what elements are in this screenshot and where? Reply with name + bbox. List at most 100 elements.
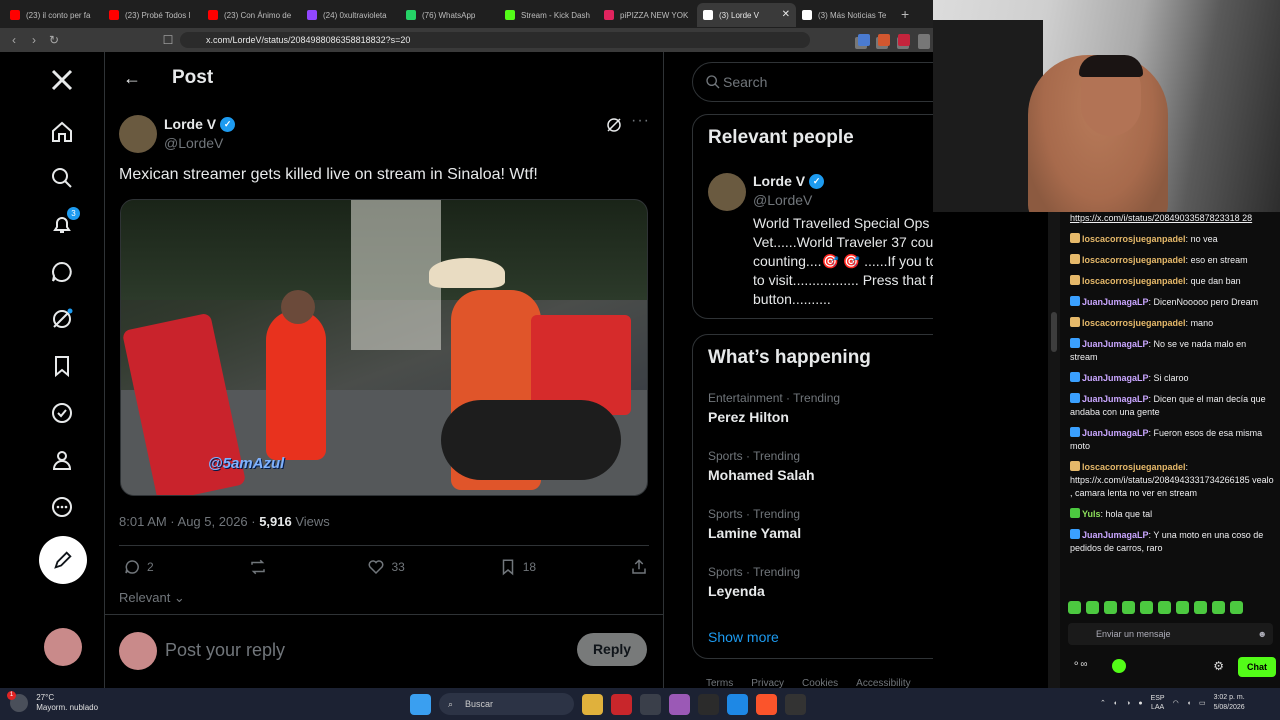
compose-post-button[interactable] xyxy=(39,536,87,584)
edge-icon[interactable] xyxy=(727,693,748,715)
x-logo-icon[interactable] xyxy=(48,66,76,94)
browser-tab[interactable]: (76) WhatsApp xyxy=(400,3,499,27)
wifi-icon[interactable]: ◠ xyxy=(1173,699,1179,707)
trend-item[interactable]: Sports · Trending Lamine Yamal ··· xyxy=(708,507,933,541)
tray-chevron-icon[interactable]: ⌃ xyxy=(1100,699,1106,707)
volume-icon[interactable]: ◖ xyxy=(1187,700,1191,707)
kick-logo-icon[interactable] xyxy=(1112,659,1126,673)
footer-link[interactable]: Privacy xyxy=(751,678,784,688)
chat-scrollbar[interactable] xyxy=(1048,212,1060,688)
browser-tab[interactable]: (23) il conto per fa xyxy=(4,3,103,27)
share-button[interactable] xyxy=(630,558,648,576)
chat-username[interactable]: JuanJumagaLP xyxy=(1082,297,1149,307)
author-name[interactable]: Lorde V ✓ xyxy=(164,116,236,132)
trend-item[interactable]: Sports · Trending Mohamed Salah ··· xyxy=(708,449,933,483)
browser-tab[interactable]: (23) Probé Todos l xyxy=(103,3,202,27)
battery-icon[interactable]: ▭ xyxy=(1199,699,1206,707)
bookmark-star-icon[interactable]: ☐ xyxy=(158,33,178,47)
back-arrow-icon[interactable]: ‹ xyxy=(4,33,24,47)
emote-icon[interactable] xyxy=(1212,601,1225,614)
back-arrow-icon[interactable]: ← xyxy=(123,68,141,89)
taskbar-search[interactable]: ⌕ Buscar xyxy=(439,693,574,715)
emote-icon[interactable] xyxy=(1122,601,1135,614)
footer-link[interactable]: Accessibility xyxy=(856,678,910,688)
emoji-icon[interactable]: ☻ xyxy=(1258,623,1267,645)
emote-icon[interactable] xyxy=(1194,601,1207,614)
more-options-icon[interactable] xyxy=(48,493,76,521)
weather-widget[interactable]: 1 27°C Mayorm. nublado xyxy=(7,691,98,713)
home-icon[interactable] xyxy=(48,118,76,146)
obs-icon[interactable] xyxy=(785,693,806,715)
relevant-person-handle[interactable]: @LordeV xyxy=(753,192,812,208)
new-tab-button[interactable]: + xyxy=(901,6,909,22)
emote-icon[interactable] xyxy=(1086,601,1099,614)
copilot-icon[interactable] xyxy=(669,693,690,715)
chat-username[interactable]: JuanJumagaLP xyxy=(1082,530,1149,540)
grok-icon[interactable] xyxy=(48,305,76,333)
trend-item[interactable]: Sports · Trending Leyenda xyxy=(708,565,933,599)
reload-icon[interactable]: ↻ xyxy=(44,33,64,47)
show-more-link[interactable]: Show more xyxy=(708,629,779,645)
browser-tab[interactable]: (24) 0xultravioleta xyxy=(301,3,400,27)
forward-arrow-icon[interactable]: › xyxy=(24,33,44,47)
chat-username[interactable]: JuanJumagaLP xyxy=(1082,428,1149,438)
chat-send-button[interactable]: Chat xyxy=(1238,657,1276,677)
profile-icon[interactable] xyxy=(48,446,76,474)
tray-icon[interactable]: ◑ xyxy=(1126,700,1130,707)
tray-icon[interactable]: ◐ xyxy=(1114,700,1118,707)
emote-icon[interactable] xyxy=(1158,601,1171,614)
bookmark-button[interactable]: 18 xyxy=(499,558,536,576)
chat-username[interactable]: loscacorrosjueganpadel xyxy=(1082,255,1186,265)
browser-tab[interactable]: Stream - Kick Dash xyxy=(499,3,598,27)
relevant-person-avatar[interactable] xyxy=(708,173,746,211)
clock[interactable]: 3:02 p. m. 5/08/2026 xyxy=(1214,693,1245,713)
chat-link[interactable]: https://x.com/i/status/20849033587823318… xyxy=(1070,213,1252,223)
search-input[interactable]: Search xyxy=(692,62,933,102)
verified-icon[interactable] xyxy=(48,399,76,427)
post-more-icon[interactable]: ··· xyxy=(631,112,650,130)
browser-tab[interactable]: piPIZZA NEW YOK xyxy=(598,3,697,27)
like-button[interactable]: 33 xyxy=(367,558,405,576)
chat-username[interactable]: JuanJumagaLP xyxy=(1082,339,1149,349)
explore-search-icon[interactable] xyxy=(48,164,76,192)
footer-link[interactable]: Cookies xyxy=(802,678,838,688)
windows-start-icon[interactable] xyxy=(410,693,431,715)
url-field[interactable]: x.com/LordeV/status/2084988086358818832?… xyxy=(180,32,972,49)
microphone-icon[interactable]: ● xyxy=(1138,700,1142,707)
grok-explain-icon[interactable] xyxy=(605,116,623,139)
chat-username[interactable]: loscacorrosjueganpadel xyxy=(1082,318,1186,328)
emote-icon[interactable] xyxy=(1230,601,1243,614)
relevant-person-name[interactable]: Lorde V ✓ xyxy=(753,173,825,189)
scrollbar-thumb[interactable] xyxy=(1051,312,1057,352)
app-icon[interactable] xyxy=(640,693,661,715)
chat-username[interactable]: Yuls xyxy=(1082,509,1101,519)
chat-username[interactable]: loscacorrosjueganpadel xyxy=(1082,234,1186,244)
chat-message-input[interactable]: Enviar un mensaje ☻ xyxy=(1068,623,1273,645)
browser-tab[interactable]: (23) Con Ánimo de xyxy=(202,3,301,27)
close-tab-icon[interactable]: ✕ xyxy=(782,9,790,20)
chat-settings-icon[interactable]: ⚙ xyxy=(1213,659,1224,673)
chat-username[interactable]: loscacorrosjueganpadel xyxy=(1082,276,1186,286)
trend-item[interactable]: Entertainment · Trending Perez Hilton ··… xyxy=(708,391,933,425)
reply-button[interactable]: 2 xyxy=(123,558,154,576)
file-explorer-icon[interactable] xyxy=(582,693,603,715)
emote-icon[interactable] xyxy=(1140,601,1153,614)
app-icon[interactable] xyxy=(611,693,632,715)
emote-icon[interactable] xyxy=(1104,601,1117,614)
reply-input[interactable]: Post your reply xyxy=(165,640,285,661)
chat-username[interactable]: JuanJumagaLP xyxy=(1082,373,1149,383)
extension-icon[interactable] xyxy=(878,34,890,46)
chat-options-icon[interactable]: ⚬∞ xyxy=(1072,659,1088,670)
repost-button[interactable] xyxy=(248,558,274,576)
emote-icon[interactable] xyxy=(1176,601,1189,614)
chat-username[interactable]: loscacorrosjueganpadel xyxy=(1082,462,1186,472)
terminal-icon[interactable] xyxy=(698,693,719,715)
language-indicator[interactable]: ESP LAA xyxy=(1151,694,1165,712)
chat-username[interactable]: JuanJumagaLP xyxy=(1082,394,1149,404)
author-handle[interactable]: @LordeV xyxy=(164,135,223,151)
messages-icon[interactable] xyxy=(48,258,76,286)
emote-icon[interactable] xyxy=(1068,601,1081,614)
reply-sort-dropdown[interactable]: Relevant ⌄ xyxy=(119,590,185,606)
brave-icon[interactable] xyxy=(756,693,777,715)
account-avatar[interactable] xyxy=(44,628,82,666)
